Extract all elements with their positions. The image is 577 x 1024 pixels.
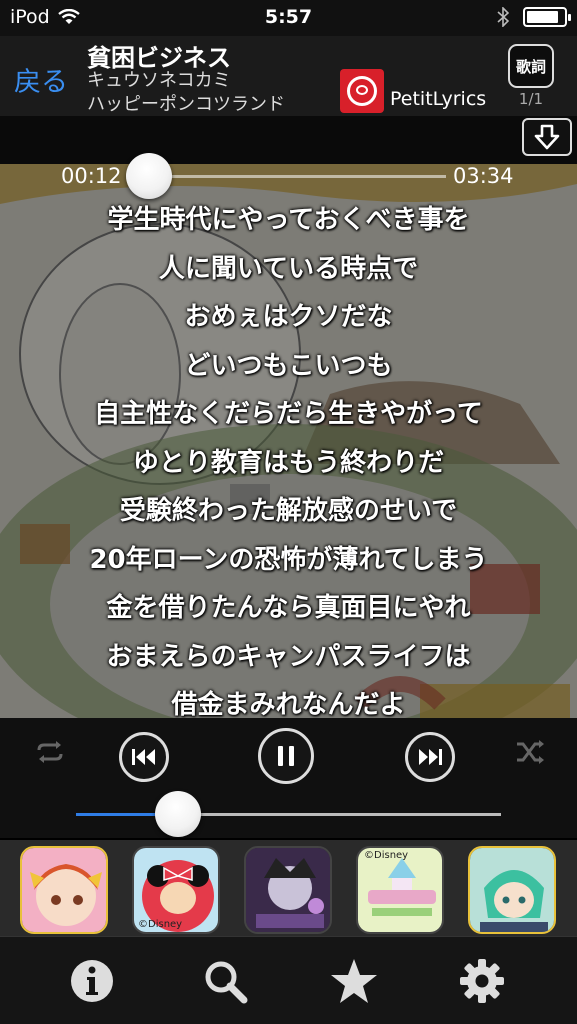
tab-settings[interactable] [452,951,512,1011]
anime-girl-app-icon [22,848,106,932]
info-icon [71,960,113,1002]
lyric-line: ゆとり教育はもう終わりだ [132,447,445,478]
divine-gate-app-icon [246,848,330,932]
gear-icon [460,959,504,1003]
bluetooth-icon [497,7,509,27]
ad-app-icon[interactable]: ©Disney [132,846,220,934]
search-icon [205,961,248,1004]
nav-header: 戻る 貧困ビジネス キュウソネコカミ ハッピーポンコツランド PetitLyri… [0,36,577,116]
back-button[interactable]: 戻る [14,60,68,99]
next-button[interactable] [405,732,455,782]
tab-bar [0,936,577,1024]
provider-label: PetitLyrics [390,88,487,110]
seek-track[interactable] [130,175,446,178]
total-time: 03:34 [453,164,514,188]
anime-green-hair-app-icon [470,848,554,932]
repeat-icon[interactable] [35,741,65,763]
elapsed-time: 00:12 [61,164,122,188]
player-controls [0,718,577,838]
previous-button[interactable] [119,732,169,782]
battery-icon [523,7,571,27]
seek-thumb[interactable] [125,153,172,199]
ad-app-icon[interactable] [20,846,108,934]
petitlyrics-logo[interactable] [340,69,384,113]
lyric-line: おまえらのキャンパスライフは [106,641,471,672]
status-time: 5:57 [264,6,313,28]
download-button[interactable] [522,118,572,156]
previous-icon [132,749,155,765]
ad-app-icon[interactable]: ©Disney [356,846,444,934]
volume-thumb[interactable] [155,791,201,837]
lyric-line: 20年ローンの恐怖が薄れてしまう [89,544,488,575]
lyric-line: 金を借りたんなら真面目にやれ [106,593,471,623]
next-icon [419,749,442,765]
lyric-line: 学生時代にやっておくべき事を [107,205,470,235]
artist-name: キュウソネコカミ [87,70,231,91]
ad-caption: ©Disney [138,919,183,930]
status-bar: iPod 5:57 [0,0,577,36]
lyric-line: どいつもこいつも [184,350,393,381]
app-ad-strip: ©Disney ©Disney [0,840,577,936]
tab-favorites[interactable] [324,951,384,1011]
pause-button[interactable] [258,728,314,784]
lyric-line: おめぇはクソだな [184,302,393,332]
lyrics-display: 学生時代にやっておくべき事を 人に聞いている時点で おめぇはクソだな どいつもこいつも… [0,198,577,732]
shuffle-icon[interactable] [515,740,545,764]
pause-icon [278,746,294,766]
album-name: ハッピーポンコツランド [87,94,285,115]
ad-caption: ©Disney [364,850,409,861]
lyric-line: 自主性なくだらだら生きやがって [94,399,483,429]
tab-search[interactable] [195,951,255,1011]
lyric-line: 人に聞いている時点で [158,253,419,284]
lyrics-button[interactable]: 歌詞 [508,44,554,88]
lyric-line: 受験終わった解放感のせいで [119,496,458,526]
page-indicator: 1/1 [518,90,544,108]
ad-app-icon[interactable] [468,846,556,934]
ad-app-icon[interactable] [244,846,332,934]
tab-info[interactable] [62,951,122,1011]
download-arrow-icon [534,124,560,150]
toolbar [0,116,577,164]
star-icon [331,959,377,1003]
